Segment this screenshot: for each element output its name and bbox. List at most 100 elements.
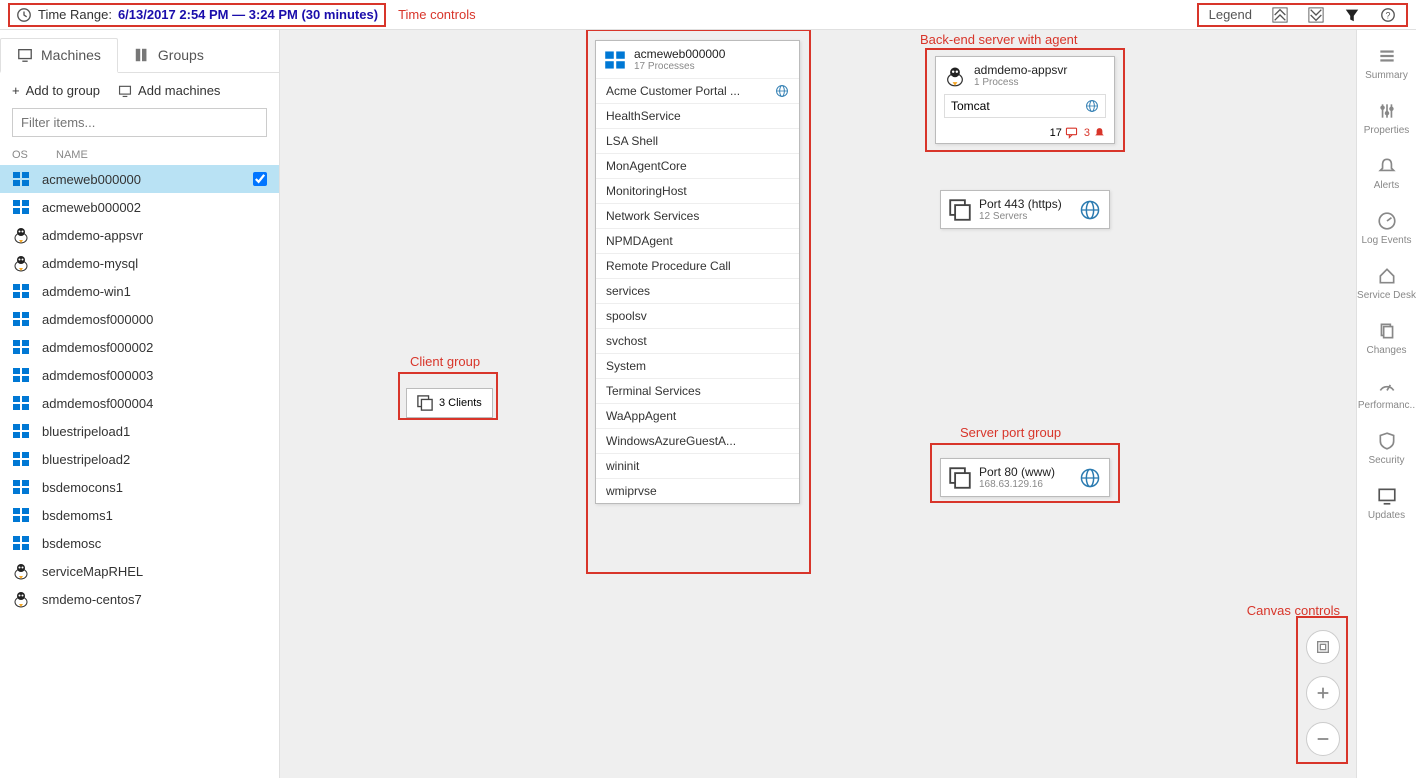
process-item[interactable]: System: [596, 353, 799, 378]
rail-item-properties[interactable]: Properties: [1357, 91, 1416, 146]
linux-icon: [12, 590, 30, 608]
monitor-icon: [17, 47, 33, 63]
process-item[interactable]: NPMDAgent: [596, 228, 799, 253]
globe-icon: [1079, 467, 1101, 489]
port-80-sub: 168.63.129.16: [979, 479, 1055, 490]
process-item[interactable]: Acme Customer Portal ...: [596, 78, 799, 103]
rail-item-label: Summary: [1365, 70, 1408, 81]
process-item[interactable]: MonitoringHost: [596, 178, 799, 203]
machine-item[interactable]: bsdemoms1: [0, 501, 279, 529]
rail-item-label: Changes: [1366, 345, 1406, 356]
map-canvas[interactable]: Focus machine acmeweb000000 17 Processes…: [280, 30, 1356, 778]
rail-item-security[interactable]: Security: [1357, 421, 1416, 476]
time-range-label: Time Range:: [38, 7, 112, 22]
header-os: OS: [12, 149, 36, 161]
add-to-group-button[interactable]: + Add to group: [12, 83, 100, 98]
process-name: MonitoringHost: [606, 184, 687, 198]
port-80-node[interactable]: Port 80 (www) 168.63.129.16: [940, 458, 1110, 497]
process-item[interactable]: wininit: [596, 453, 799, 478]
machine-item[interactable]: admdemo-appsvr: [0, 221, 279, 249]
machine-checkbox[interactable]: [253, 172, 267, 186]
machine-item[interactable]: admdemosf000000: [0, 305, 279, 333]
windows-icon: [12, 506, 30, 524]
machine-item[interactable]: bsdemocons1: [0, 473, 279, 501]
rail-item-changes[interactable]: Changes: [1357, 311, 1416, 366]
tab-machines[interactable]: Machines: [0, 38, 118, 73]
process-name: Acme Customer Portal ...: [606, 84, 740, 98]
shield-icon: [1377, 431, 1397, 451]
stack-icon: [949, 467, 971, 489]
comment-icon: [1065, 126, 1078, 139]
machine-item[interactable]: smdemo-centos7: [0, 585, 279, 613]
rail-item-label: Alerts: [1374, 180, 1400, 191]
machine-item[interactable]: serviceMapRHEL: [0, 557, 279, 585]
collapse-all-icon[interactable]: [1272, 7, 1288, 23]
monitor-icon: [118, 84, 132, 98]
windows-icon: [12, 394, 30, 412]
client-group-label: 3 Clients: [439, 397, 482, 409]
process-item[interactable]: spoolsv: [596, 303, 799, 328]
appsvr-change-badge[interactable]: 17: [1050, 126, 1078, 139]
machine-item[interactable]: bluestripeload2: [0, 445, 279, 473]
help-icon[interactable]: [1380, 7, 1396, 23]
process-item[interactable]: HealthService: [596, 103, 799, 128]
machine-item[interactable]: admdemo-win1: [0, 277, 279, 305]
machine-item[interactable]: bsdemosc: [0, 529, 279, 557]
legend-button[interactable]: Legend: [1209, 7, 1252, 22]
time-range-control[interactable]: Time Range: 6/13/2017 2:54 PM — 3:24 PM …: [8, 3, 386, 27]
process-name: svchost: [606, 334, 647, 348]
machine-name: admdemosf000003: [42, 368, 267, 383]
machine-item[interactable]: acmeweb000002: [0, 193, 279, 221]
process-item[interactable]: wmiprvse: [596, 478, 799, 503]
rail-item-alerts[interactable]: Alerts: [1357, 146, 1416, 201]
tab-groups[interactable]: Groups: [118, 38, 220, 72]
rail-item-performanc-[interactable]: Performanc..: [1357, 366, 1416, 421]
filter-icon[interactable]: [1344, 7, 1360, 23]
rail-item-summary[interactable]: Summary: [1357, 36, 1416, 91]
map-controls: Legend: [1197, 3, 1408, 27]
expand-all-icon[interactable]: [1308, 7, 1324, 23]
list-icon: [1377, 46, 1397, 66]
process-item[interactable]: services: [596, 278, 799, 303]
process-item[interactable]: MonAgentCore: [596, 153, 799, 178]
machine-item[interactable]: bluestripeload1: [0, 417, 279, 445]
linux-icon: [12, 254, 30, 272]
process-item[interactable]: Remote Procedure Call: [596, 253, 799, 278]
process-item[interactable]: WaAppAgent: [596, 403, 799, 428]
machine-item[interactable]: admdemosf000003: [0, 361, 279, 389]
globe-icon: [1085, 99, 1099, 113]
fit-to-screen-button[interactable]: [1306, 630, 1340, 664]
appsvr-process-row[interactable]: Tomcat: [944, 94, 1106, 118]
machine-item[interactable]: admdemosf000002: [0, 333, 279, 361]
process-item[interactable]: Network Services: [596, 203, 799, 228]
machine-item[interactable]: acmeweb000000: [0, 165, 279, 193]
process-item[interactable]: LSA Shell: [596, 128, 799, 153]
sidebar: Machines Groups + Add to group Add machi…: [0, 0, 280, 778]
appsvr-node[interactable]: admdemo-appsvr 1 Process Tomcat 17 3: [935, 56, 1115, 144]
process-item[interactable]: Terminal Services: [596, 378, 799, 403]
docs-icon: [1377, 321, 1397, 341]
machine-item[interactable]: admdemosf000004: [0, 389, 279, 417]
process-name: wmiprvse: [606, 484, 657, 498]
focus-machine-node[interactable]: acmeweb000000 17 Processes Acme Customer…: [595, 40, 800, 504]
process-item[interactable]: WindowsAzureGuestA...: [596, 428, 799, 453]
zoom-in-button[interactable]: [1306, 676, 1340, 710]
machine-item[interactable]: admdemo-mysql: [0, 249, 279, 277]
rail-item-updates[interactable]: Updates: [1357, 476, 1416, 531]
port-443-node[interactable]: Port 443 (https) 12 Servers: [940, 190, 1110, 229]
add-machines-button[interactable]: Add machines: [118, 83, 220, 98]
process-item[interactable]: svchost: [596, 328, 799, 353]
windows-icon: [12, 478, 30, 496]
sliders-icon: [1377, 101, 1397, 121]
appsvr-alert-badge[interactable]: 3: [1084, 126, 1106, 139]
filter-input[interactable]: [12, 108, 267, 137]
focus-node-sub: 17 Processes: [634, 61, 725, 72]
appsvr-title: admdemo-appsvr: [974, 63, 1067, 77]
zoom-out-button[interactable]: [1306, 722, 1340, 756]
rail-item-label: Log Events: [1361, 235, 1411, 246]
machine-name: admdemo-win1: [42, 284, 267, 299]
rail-item-service-desk[interactable]: Service Desk: [1357, 256, 1416, 311]
add-machines-label: Add machines: [138, 83, 220, 98]
rail-item-log-events[interactable]: Log Events: [1357, 201, 1416, 256]
client-group-node[interactable]: 3 Clients: [406, 388, 493, 418]
